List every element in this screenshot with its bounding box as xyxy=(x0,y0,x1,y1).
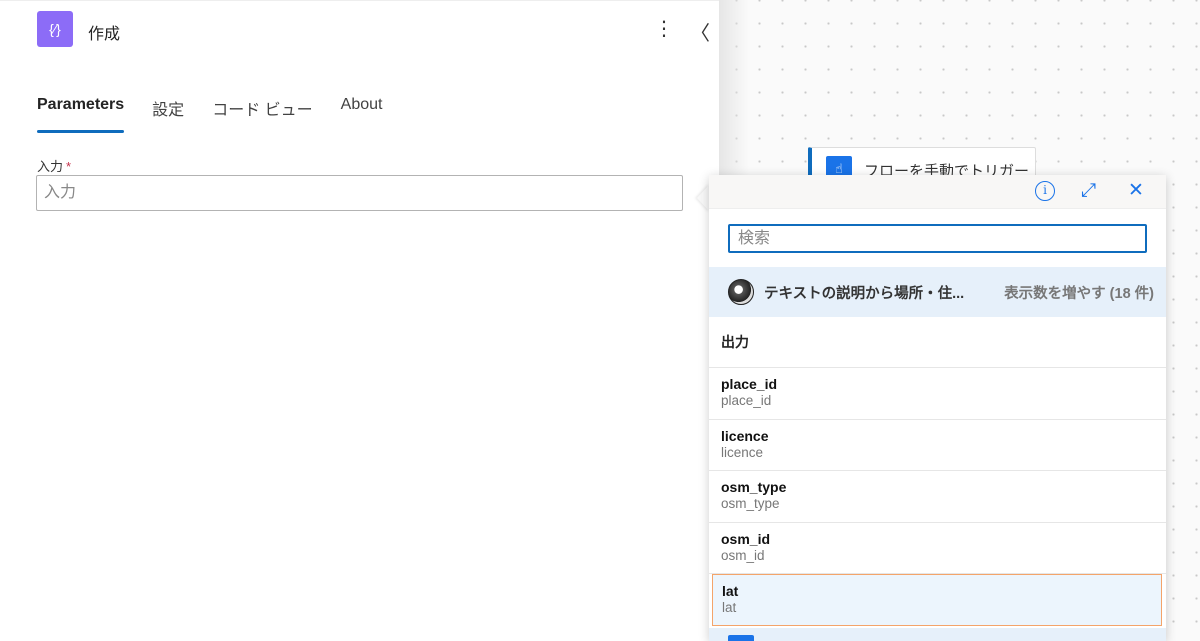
item-name: osm_type xyxy=(721,479,787,495)
more-options-icon[interactable]: ⋮ xyxy=(654,17,674,41)
item-name: place_id xyxy=(721,376,778,392)
next-group-header[interactable] xyxy=(709,628,1166,641)
next-group-icon xyxy=(728,635,754,641)
item-name: lat xyxy=(722,583,739,599)
required-mark: * xyxy=(66,159,72,174)
item-desc: osm_type xyxy=(721,496,780,511)
tab-settings[interactable]: 設定 xyxy=(152,96,184,130)
panel-title: 作成 xyxy=(88,26,121,43)
list-item[interactable]: osm_type osm_type xyxy=(709,471,1166,523)
input-field[interactable] xyxy=(36,175,683,211)
expand-icon[interactable]: ⤢ xyxy=(1081,181,1096,201)
list-item-selected[interactable]: lat lat xyxy=(712,574,1162,626)
dynamic-content-popup: i ⤢ ✕ テキストの説明から場所・住... 表示数を増やす (18 件) 出力… xyxy=(709,175,1166,641)
list-item[interactable]: osm_id osm_id xyxy=(709,523,1166,574)
info-icon[interactable]: i xyxy=(1035,181,1055,201)
search-input[interactable] xyxy=(728,224,1147,253)
item-name: osm_id xyxy=(721,530,771,547)
item-desc: licence xyxy=(721,444,764,460)
globe-icon xyxy=(728,279,754,305)
output-list: place_id place_id licence licence osm_type… xyxy=(709,368,1166,626)
close-icon[interactable]: ✕ xyxy=(1128,181,1144,201)
tab-about[interactable]: About xyxy=(341,96,383,130)
tab-code-view[interactable]: コード ビュー xyxy=(212,96,312,130)
item-desc: osm_id xyxy=(721,547,765,563)
compose-icon: {⁄} xyxy=(37,11,73,47)
section-heading: 出力 xyxy=(709,317,1166,368)
item-name: licence xyxy=(721,427,769,444)
tab-parameters[interactable]: Parameters xyxy=(37,96,125,133)
tab-list: Parameters 設定 コード ビュー About xyxy=(37,96,383,133)
show-more-link[interactable]: 表示数を増やす (18 件) xyxy=(1004,282,1154,303)
item-desc: lat xyxy=(722,600,737,615)
list-item[interactable]: place_id place_id xyxy=(709,368,1166,420)
chevron-left-icon[interactable]: 〈 xyxy=(690,17,710,46)
input-label-text: 入力 xyxy=(37,159,64,174)
popup-header: i ⤢ ✕ xyxy=(709,175,1166,209)
list-item[interactable]: licence licence xyxy=(709,420,1166,471)
input-label: 入力 * xyxy=(37,156,71,175)
item-desc: place_id xyxy=(721,393,772,408)
group-name: テキストの説明から場所・住... xyxy=(764,285,965,302)
group-header[interactable]: テキストの説明から場所・住... 表示数を増やす (18 件) xyxy=(709,267,1166,317)
action-panel: {⁄} 作成 ⋮ 〈 Parameters 設定 コード ビュー About 入… xyxy=(0,0,719,641)
